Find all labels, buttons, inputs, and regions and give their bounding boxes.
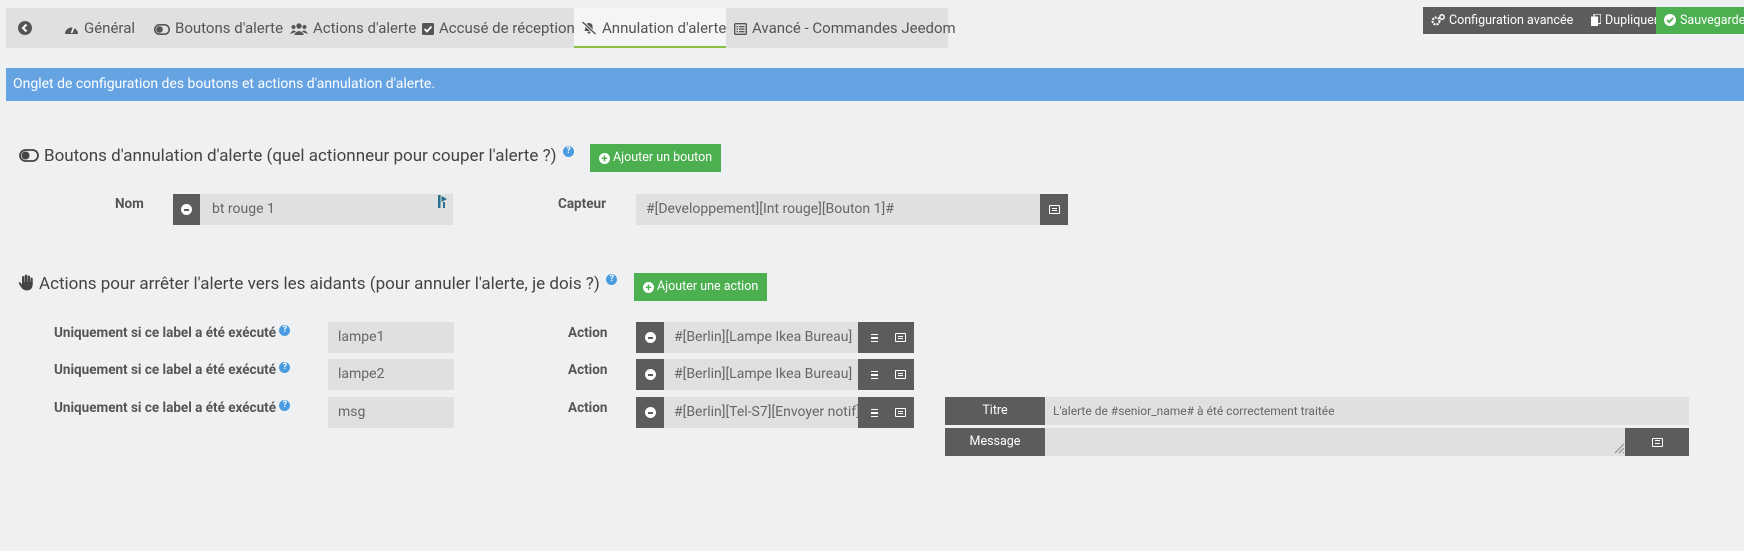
action-label: Action: [568, 400, 608, 416]
list-alt-icon: [894, 408, 906, 417]
arrow-left-circle-icon: [18, 21, 32, 35]
tab-alert-cancel[interactable]: Annulation d'alerte: [574, 8, 726, 48]
tab-alert-actions[interactable]: Actions d'alerte: [290, 8, 416, 48]
remove-action-button[interactable]: [636, 322, 664, 353]
list-alt-icon: [1048, 205, 1060, 214]
capteur-input[interactable]: #[Developpement][Int rouge][Bouton 1]#: [636, 194, 1040, 225]
tachometer-icon: [65, 26, 78, 34]
button-name-input[interactable]: bt rouge 1: [200, 194, 453, 225]
users-icon: [290, 23, 308, 35]
section-title: Actions pour arrêter l'alerte vers les a…: [39, 274, 600, 294]
condition-input[interactable]: msg: [328, 397, 454, 428]
tab-alert-buttons[interactable]: Boutons d'alerte: [154, 8, 283, 48]
back-button[interactable]: [18, 8, 38, 48]
message-command-button[interactable]: [1625, 428, 1689, 456]
minus-circle-icon: [644, 332, 656, 343]
hand-icon: [18, 274, 33, 291]
tab-label: Avancé - Commandes Jeedom: [752, 19, 956, 37]
list-alt-icon: [894, 333, 906, 342]
plus-circle-icon: +: [599, 153, 610, 164]
action-label: Action: [568, 325, 608, 341]
tab-label: Général: [84, 19, 136, 37]
condition-label-text: Uniquement si ce label a été exécuté: [54, 325, 276, 341]
select-command-button[interactable]: [886, 397, 914, 428]
help-icon[interactable]: ?: [279, 400, 291, 411]
tasks-icon: [867, 333, 878, 343]
titre-label: Titre: [945, 397, 1045, 425]
message-label: Message: [945, 428, 1045, 456]
select-command-button[interactable]: [886, 322, 914, 353]
cogs-icon: [1431, 14, 1445, 26]
tab-label: Accusé de réception: [439, 19, 575, 37]
action-command-input[interactable]: #[Berlin][Tel-S7][Envoyer notif]: [664, 397, 858, 428]
condition-label: Uniquement si ce label a été exécuté ?: [54, 362, 291, 378]
minus-circle-icon: [644, 369, 656, 380]
toggle-icon: [19, 149, 39, 162]
tab-label: Annulation d'alerte: [602, 19, 727, 37]
banner-text: Onglet de configuration des boutons et a…: [13, 76, 436, 92]
titre-input[interactable]: L'alerte de #senior_name# à été correcte…: [1045, 397, 1689, 425]
bell-slash-icon: [581, 21, 597, 35]
help-icon[interactable]: ?: [279, 362, 291, 373]
tab-label: Actions d'alerte: [313, 19, 417, 37]
tab-label: Boutons d'alerte: [175, 19, 284, 37]
tab-advanced-commands[interactable]: Avancé - Commandes Jeedom: [734, 8, 956, 48]
button-label: Ajouter un bouton: [613, 150, 713, 165]
button-label: Ajouter une action: [657, 279, 759, 294]
button-label: Configuration avancée: [1449, 13, 1574, 28]
list-alt-icon: [734, 23, 747, 35]
help-icon[interactable]: ?: [606, 274, 618, 285]
condition-label: Uniquement si ce label a été exécuté ?: [54, 400, 291, 416]
toggle-icon: [154, 24, 170, 35]
buttons-section-header: Boutons d'annulation d'alerte (quel acti…: [19, 146, 575, 166]
remove-button-button[interactable]: [173, 194, 200, 225]
action-label: Action: [568, 362, 608, 378]
tab-acknowledgement[interactable]: Accusé de réception: [422, 8, 575, 48]
action-command-input[interactable]: #[Berlin][Lampe Ikea Bureau]: [664, 322, 858, 353]
list-alt-icon: [894, 370, 906, 379]
condition-label-text: Uniquement si ce label a été exécuté: [54, 362, 276, 378]
save-button[interactable]: Sauvegarder: [1656, 7, 1744, 34]
remove-action-button[interactable]: [636, 397, 664, 428]
remove-action-button[interactable]: [636, 359, 664, 390]
select-action-button[interactable]: [858, 359, 886, 390]
message-textarea[interactable]: [1045, 428, 1625, 456]
duplicate-button[interactable]: Dupliquer: [1583, 7, 1659, 34]
button-label: Sauvegarder: [1680, 13, 1744, 28]
actions-section-header: Actions pour arrêter l'alerte vers les a…: [18, 274, 618, 294]
minus-circle-icon: [644, 407, 656, 418]
help-icon[interactable]: ?: [279, 325, 291, 336]
action-command-input[interactable]: #[Berlin][Lampe Ikea Bureau]: [664, 359, 858, 390]
check-circle-icon: [1664, 14, 1676, 26]
add-action-button[interactable]: + Ajouter une action: [634, 273, 768, 301]
resize-handle-icon[interactable]: [1613, 442, 1625, 454]
select-action-button[interactable]: [858, 397, 886, 428]
select-action-button[interactable]: [858, 322, 886, 353]
info-banner: Onglet de configuration des boutons et a…: [6, 68, 1744, 101]
capteur-label: Capteur: [558, 196, 607, 212]
section-title: Boutons d'annulation d'alerte (quel acti…: [44, 146, 557, 166]
minus-circle-icon: [181, 204, 192, 215]
condition-input[interactable]: lampe1: [328, 322, 454, 353]
list-alt-icon: [1651, 437, 1663, 447]
copy-icon: [1591, 14, 1601, 26]
condition-input[interactable]: lampe2: [328, 359, 454, 390]
password-manager-icon[interactable]: [437, 194, 449, 210]
nom-label: Nom: [115, 196, 144, 212]
button-label: Dupliquer: [1605, 13, 1659, 28]
condition-label-text: Uniquement si ce label a été exécuté: [54, 400, 276, 416]
select-command-button[interactable]: [886, 359, 914, 390]
help-icon[interactable]: ?: [563, 146, 575, 157]
advanced-config-button[interactable]: Configuration avancée: [1423, 7, 1583, 34]
check-square-icon: [422, 23, 434, 35]
tasks-icon: [867, 370, 878, 380]
tasks-icon: [867, 408, 878, 418]
plus-circle-icon: +: [643, 282, 654, 293]
condition-label: Uniquement si ce label a été exécuté ?: [54, 325, 291, 341]
select-command-button[interactable]: [1040, 194, 1068, 225]
tab-general[interactable]: Général: [64, 8, 135, 48]
add-button-button[interactable]: + Ajouter un bouton: [590, 144, 722, 172]
